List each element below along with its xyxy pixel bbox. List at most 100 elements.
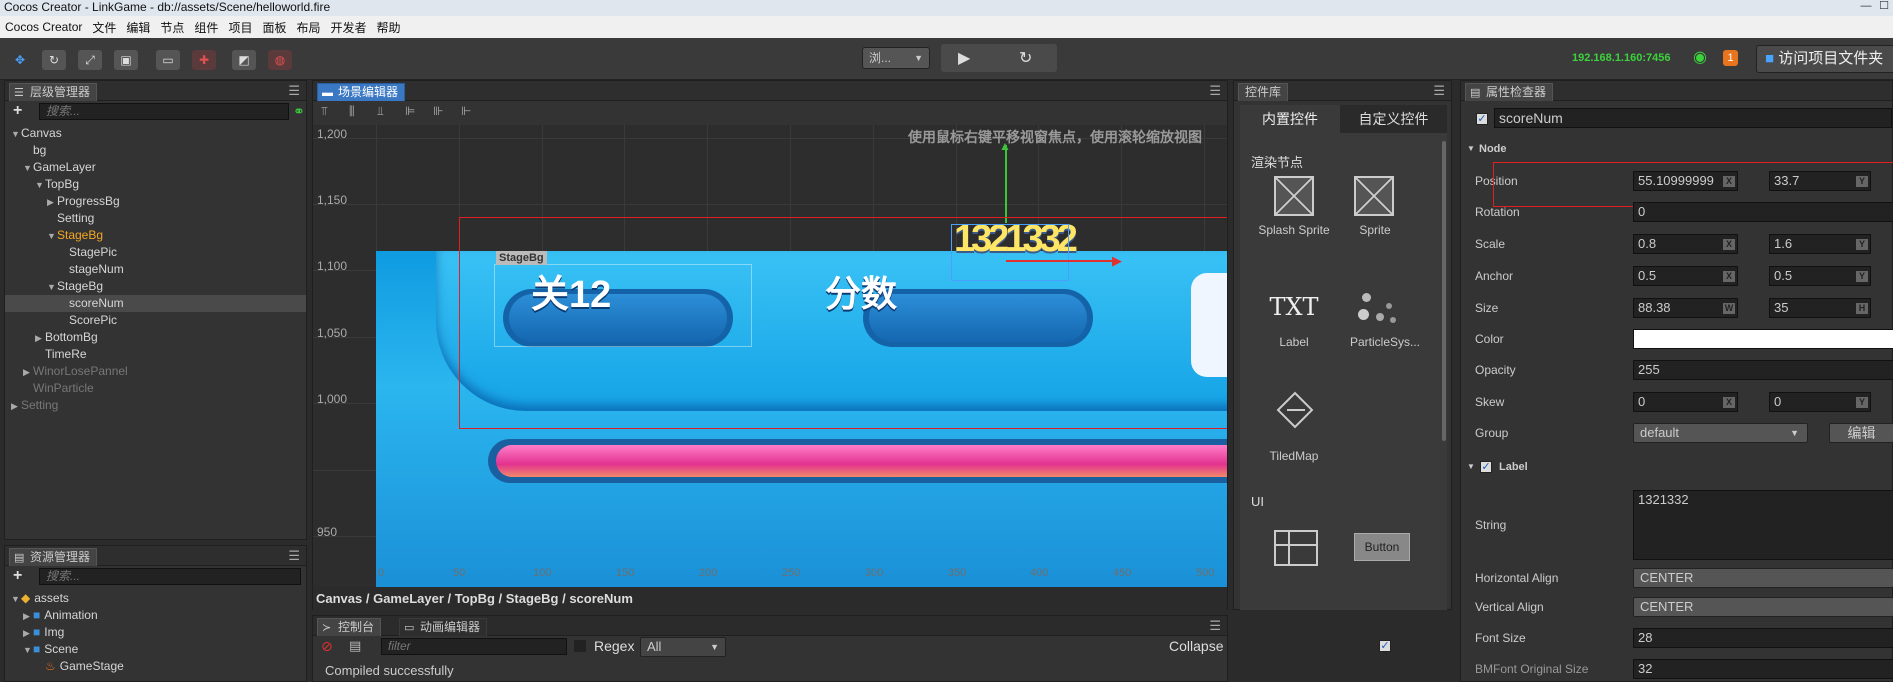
node-active-checkbox[interactable]: ✓ — [1476, 113, 1488, 125]
tree-node[interactable]: WinParticle — [5, 380, 306, 397]
tree-node[interactable]: TimeRe — [5, 346, 306, 363]
refresh-icon[interactable]: ↻ — [1019, 48, 1032, 68]
move-tool-icon[interactable]: ✥ — [8, 50, 32, 70]
expand-arrow-icon[interactable]: ▼ — [11, 591, 21, 608]
preview-ip[interactable]: 192.168.1.160:7456 — [1572, 52, 1670, 64]
label-enabled-checkbox[interactable]: ✓ — [1480, 461, 1492, 473]
visit-project-button[interactable]: ■ 访问项目文件夹 — [1756, 45, 1893, 73]
tree-node[interactable]: bg — [5, 142, 306, 159]
panel-menu-icon[interactable]: ☰ — [1209, 618, 1221, 634]
align-hcenter-icon[interactable]: ⊪ — [433, 104, 443, 118]
align-left-icon[interactable]: ⊫ — [405, 104, 415, 118]
local-coords-icon[interactable]: ▭ — [156, 50, 180, 70]
menu-item-component[interactable]: 组件 — [189, 19, 223, 36]
menu-item-panel[interactable]: 面板 — [257, 19, 291, 36]
asset-item[interactable]: ♨ GameStage — [5, 658, 306, 675]
tree-node[interactable]: ▶ BottomBg — [5, 329, 306, 346]
menu-item-project[interactable]: 项目 — [223, 19, 257, 36]
align-bottom-icon[interactable]: ⫫ — [377, 104, 384, 119]
tree-node[interactable]: Setting — [5, 210, 306, 227]
hierarchy-search-input[interactable]: 搜索... — [39, 103, 289, 120]
align-vcenter-icon[interactable]: ⫼ — [349, 104, 355, 119]
expand-arrow-icon[interactable]: ▼ — [11, 126, 21, 143]
group-select[interactable]: default ▼ — [1633, 423, 1808, 443]
asset-item[interactable]: ▶ ■ Animation — [5, 607, 306, 624]
menu-item-file[interactable]: 文件 — [87, 19, 121, 36]
tree-node[interactable]: ▼StageBg — [5, 278, 306, 295]
font-size-input[interactable]: 28 — [1633, 628, 1893, 648]
world-coords-icon[interactable]: ◩ — [232, 50, 256, 70]
valign-select[interactable]: CENTER — [1633, 597, 1893, 617]
menu-item-app[interactable]: Cocos Creator — [0, 20, 87, 34]
tree-node[interactable]: StagePic — [5, 244, 306, 261]
anchor-x-input[interactable]: 0.5 X — [1633, 266, 1738, 286]
tab-hierarchy[interactable]: ☰ 层级管理器 — [9, 83, 98, 101]
node-section-header[interactable]: ▼ Node — [1461, 139, 1893, 159]
panel-menu-icon[interactable]: ☰ — [1209, 83, 1221, 99]
bmfont-size-input[interactable]: 32 — [1633, 659, 1893, 679]
rotate-tool-icon[interactable]: ↻ — [42, 50, 66, 70]
add-node-icon[interactable]: + — [13, 103, 22, 119]
scene-viewport[interactable]: 关12 分数 1321332 StageBg ▲ ▶ 1,200 1,150 1… — [313, 125, 1227, 587]
log-level-select[interactable]: All ▼ — [640, 637, 726, 657]
maximize-button[interactable]: ☐ — [1875, 0, 1893, 14]
regex-checkbox[interactable] — [574, 640, 586, 652]
scale-tool-icon[interactable]: ⤢ — [78, 50, 102, 70]
node-name-input[interactable]: scoreNum — [1494, 108, 1892, 128]
opacity-input[interactable]: 255 — [1633, 360, 1893, 380]
assets-search-input[interactable]: 搜索... — [39, 568, 301, 585]
tree-node[interactable]: ▶ ProgressBg — [5, 193, 306, 210]
collapse-checkbox[interactable]: ✓ — [1379, 640, 1391, 652]
panel-menu-icon[interactable]: ☰ — [1433, 83, 1445, 99]
string-textarea[interactable]: 1321332 — [1633, 490, 1893, 560]
size-h-input[interactable]: 35 H — [1769, 298, 1871, 318]
tree-node[interactable]: scoreNum — [5, 295, 306, 312]
anchor-y-input[interactable]: 0.5 Y — [1769, 266, 1871, 286]
expand-arrow-icon[interactable]: ▼ — [23, 642, 33, 659]
button-widget-icon[interactable]: Button — [1354, 533, 1410, 561]
label-section-header[interactable]: ▼ Label — [1461, 457, 1893, 477]
label-widget-icon[interactable]: TXT — [1264, 293, 1324, 321]
tree-node[interactable]: ▼TopBg — [5, 176, 306, 193]
asset-item[interactable]: ▶ ■ Img — [5, 624, 306, 641]
panel-menu-icon[interactable]: ☰ — [288, 548, 300, 564]
expand-arrow-icon[interactable]: ▶ — [23, 608, 33, 625]
tab-console[interactable]: ≻ 控制台 — [317, 618, 382, 636]
tab-widgets[interactable]: 控件库 — [1238, 83, 1289, 101]
align-top-icon[interactable]: ⫪ — [321, 104, 328, 119]
expand-arrow-icon[interactable]: ▶ — [23, 364, 33, 381]
tree-node[interactable]: ▼StageBg — [5, 227, 306, 244]
tab-scene-editor[interactable]: ▬ 场景编辑器 — [317, 83, 406, 101]
expand-arrow-icon[interactable]: ▶ — [23, 625, 33, 642]
tree-node[interactable]: stageNum — [5, 261, 306, 278]
tree-node[interactable]: ▶ WinorLosePannel — [5, 363, 306, 380]
panel-menu-icon[interactable]: ☰ — [288, 83, 300, 99]
halign-select[interactable]: CENTER — [1633, 568, 1893, 588]
tab-custom-widgets[interactable]: 自定义控件 — [1340, 105, 1447, 133]
group-edit-button[interactable]: 编辑 — [1829, 423, 1893, 443]
center-icon[interactable]: ◍ — [268, 50, 292, 70]
expand-arrow-icon[interactable]: ▶ — [35, 330, 45, 347]
clear-console-icon[interactable]: ⊘ — [321, 638, 333, 655]
skew-y-input[interactable]: 0Y — [1769, 392, 1871, 412]
scale-x-input[interactable]: 0.8 X — [1633, 234, 1738, 254]
open-log-icon[interactable]: ▤ — [349, 638, 361, 654]
expand-arrow-icon[interactable]: ▼ — [47, 228, 57, 245]
sprite-icon[interactable] — [1354, 176, 1394, 216]
expand-arrow-icon[interactable]: ▼ — [35, 177, 45, 194]
size-w-input[interactable]: 88.38 W — [1633, 298, 1738, 318]
y-axis-gizmo[interactable] — [1005, 145, 1007, 223]
tab-assets[interactable]: ▤ 资源管理器 — [9, 548, 98, 566]
tree-node[interactable]: ScorePic — [5, 312, 306, 329]
asset-item[interactable]: ▼◆ assets — [5, 590, 306, 607]
expand-arrow-icon[interactable]: ▶ — [47, 194, 57, 211]
tree-node[interactable]: ▼Canvas — [5, 125, 306, 142]
skew-x-input[interactable]: 0X — [1633, 392, 1738, 412]
menu-item-help[interactable]: 帮助 — [372, 19, 406, 36]
tab-animation-editor[interactable]: ▭ 动画编辑器 — [399, 618, 488, 636]
rotation-input[interactable]: 0 — [1633, 202, 1893, 222]
menu-item-edit[interactable]: 编辑 — [121, 19, 155, 36]
link-icon[interactable]: ⚭ — [293, 103, 305, 120]
add-asset-icon[interactable]: + — [13, 568, 22, 584]
console-filter-input[interactable]: filter — [381, 638, 567, 655]
